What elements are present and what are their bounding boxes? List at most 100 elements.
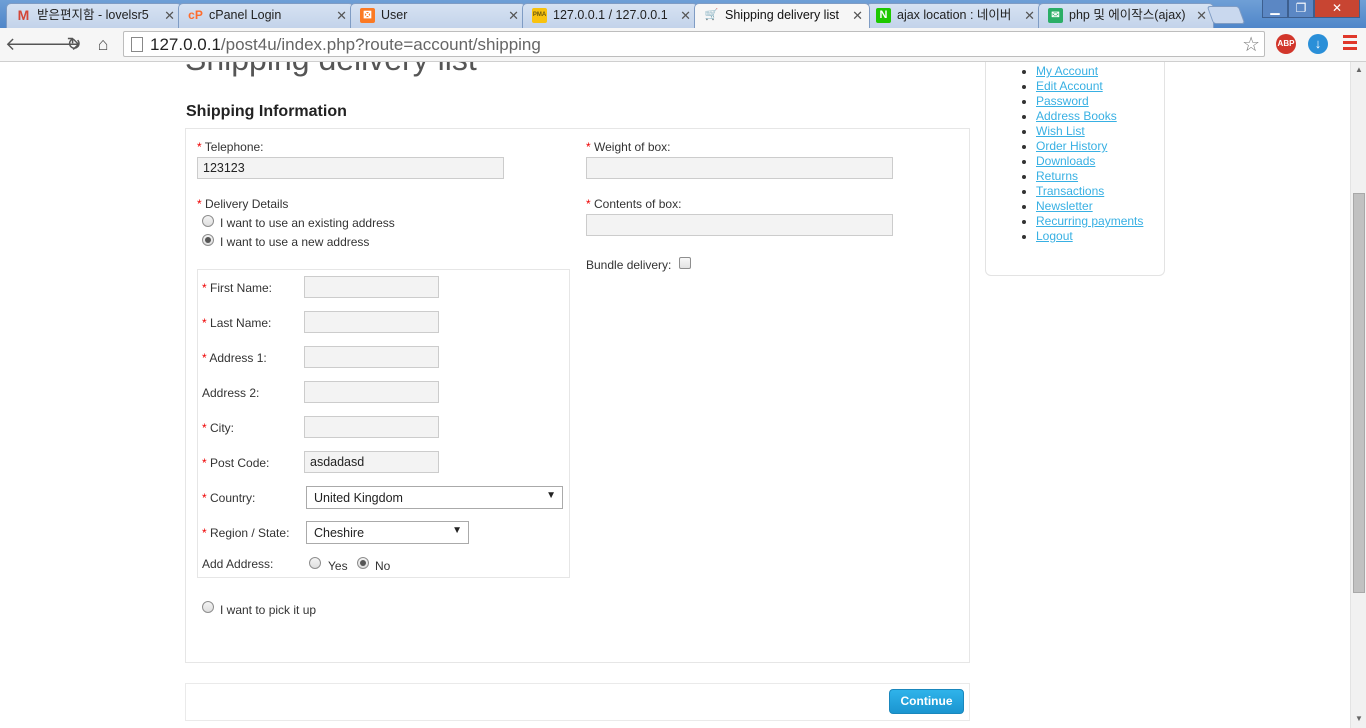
sidebar-link-edit-account[interactable]: Edit Account <box>1036 79 1103 93</box>
pickup-radio[interactable] <box>202 601 214 613</box>
tab-title: ajax location : 네이버 <box>897 8 1012 22</box>
sidebar-link-logout[interactable]: Logout <box>1036 229 1073 243</box>
last-name-input[interactable] <box>304 311 439 333</box>
window-close-button[interactable]: ✕ <box>1314 0 1360 18</box>
sidebar-link-downloads[interactable]: Downloads <box>1036 154 1095 168</box>
tab-cpanel[interactable]: cP cPanel Login ✕ <box>178 3 354 28</box>
browser-toolbar: 🡐 🡒 ↻ ⌂ 127.0.0.1/post4u/index.php?route… <box>0 28 1366 62</box>
list-item: Transactions <box>1036 184 1143 199</box>
add-address-yes-radio[interactable] <box>309 557 321 569</box>
list-item: Recurring payments <box>1036 214 1143 229</box>
tab-title: User <box>381 8 408 22</box>
city-input[interactable] <box>304 416 439 438</box>
tab-strip: M 받은편지함 - lovelsr5 ✕ cP cPanel Login ✕ ⊠… <box>0 0 1366 28</box>
pickup-label[interactable]: I want to pick it up <box>220 603 316 617</box>
download-extension-icon[interactable]: ↓ <box>1308 34 1328 54</box>
xampp-icon: ⊠ <box>360 8 375 23</box>
tab-blog[interactable]: ✉ php 및 에이작스(ajax) ✕ <box>1038 3 1214 28</box>
close-icon[interactable]: ✕ <box>680 4 691 27</box>
tab-shipping[interactable]: 🛒 Shipping delivery list ✕ <box>694 3 870 28</box>
url-text[interactable]: 127.0.0.1/post4u/index.php?route=account… <box>150 35 541 55</box>
bundle-delivery-label: Bundle delivery: <box>586 258 672 272</box>
phpmyadmin-icon: PMA <box>532 8 547 23</box>
sidebar-link-wish-list[interactable]: Wish List <box>1036 124 1085 138</box>
add-address-no-radio[interactable] <box>357 557 369 569</box>
sidebar-link-transactions[interactable]: Transactions <box>1036 184 1104 198</box>
telephone-input[interactable] <box>197 157 504 179</box>
new-address-label[interactable]: I want to use a new address <box>220 235 369 249</box>
close-icon[interactable]: ✕ <box>164 4 175 27</box>
bundle-delivery-checkbox[interactable] <box>679 257 691 269</box>
delivery-details-label: * Delivery Details <box>197 197 289 211</box>
minimize-button[interactable]: ▁ <box>1262 0 1288 18</box>
list-item: Downloads <box>1036 154 1143 169</box>
new-tab-button[interactable] <box>1206 6 1246 24</box>
address1-input[interactable] <box>304 346 439 368</box>
list-item: My Account <box>1036 64 1143 79</box>
weight-input[interactable] <box>586 157 893 179</box>
region-selected-value: Cheshire <box>314 526 365 540</box>
new-address-radio[interactable] <box>202 234 214 246</box>
gmail-icon: M <box>17 7 30 23</box>
existing-address-label[interactable]: I want to use an existing address <box>220 216 395 230</box>
tab-title: Shipping delivery list <box>725 8 839 22</box>
close-icon[interactable]: ✕ <box>1196 4 1207 27</box>
scroll-down-icon[interactable]: ▼ <box>1355 714 1363 723</box>
close-icon[interactable]: ✕ <box>852 4 863 27</box>
adblock-plus-icon[interactable]: ABP <box>1276 34 1296 54</box>
list-item: Logout <box>1036 229 1143 244</box>
sidebar-link-password[interactable]: Password <box>1036 94 1089 108</box>
postcode-input[interactable] <box>304 451 439 473</box>
contents-input[interactable] <box>586 214 893 236</box>
add-address-label: Add Address: <box>202 557 274 571</box>
postcode-label: * Post Code: <box>202 456 270 470</box>
add-address-no-label[interactable]: No <box>375 559 390 573</box>
page-title: Shipping delivery list <box>185 62 477 78</box>
vertical-scrollbar[interactable]: ▲ ▼ <box>1350 62 1366 728</box>
account-sidebar: My Account Edit Account Password Address… <box>985 62 1165 276</box>
account-links-list: My Account Edit Account Password Address… <box>1036 64 1143 244</box>
home-icon[interactable]: ⌂ <box>91 32 115 56</box>
button-bar: Continue <box>185 683 970 721</box>
sidebar-link-returns[interactable]: Returns <box>1036 169 1078 183</box>
maximize-button[interactable]: ❐ <box>1288 0 1314 18</box>
weight-label: * Weight of box: <box>586 140 671 154</box>
naver-icon: N <box>876 8 891 23</box>
reload-icon[interactable]: ↻ <box>62 32 86 56</box>
close-icon[interactable]: ✕ <box>508 4 519 27</box>
close-icon[interactable]: ✕ <box>336 4 347 27</box>
sidebar-link-newsletter[interactable]: Newsletter <box>1036 199 1093 213</box>
tab-title: 받은편지함 - lovelsr5 <box>37 8 149 22</box>
tab-user[interactable]: ⊠ User ✕ <box>350 3 526 28</box>
scroll-up-icon[interactable]: ▲ <box>1355 65 1363 74</box>
list-item: Address Books <box>1036 109 1143 124</box>
bookmark-star-icon[interactable]: ☆ <box>1242 32 1260 57</box>
sidebar-link-my-account[interactable]: My Account <box>1036 64 1098 78</box>
tab-title: 127.0.0.1 / 127.0.0.1 <box>553 8 668 22</box>
country-select[interactable]: United Kingdom ▼ <box>306 486 563 509</box>
address-bar[interactable]: 127.0.0.1/post4u/index.php?route=account… <box>123 31 1265 57</box>
tab-title: cPanel Login <box>209 8 282 22</box>
sidebar-link-order-history[interactable]: Order History <box>1036 139 1107 153</box>
close-icon[interactable]: ✕ <box>1024 4 1035 27</box>
menu-icon[interactable] <box>1343 35 1357 53</box>
region-select[interactable]: Cheshire ▼ <box>306 521 469 544</box>
tab-phpmyadmin[interactable]: PMA 127.0.0.1 / 127.0.0.1 ✕ <box>522 3 698 28</box>
scrollbar-thumb[interactable] <box>1353 193 1365 593</box>
continue-button[interactable]: Continue <box>889 689 964 714</box>
first-name-input[interactable] <box>304 276 439 298</box>
tab-gmail[interactable]: M 받은편지함 - lovelsr5 ✕ <box>6 3 182 28</box>
city-label: * City: <box>202 421 235 435</box>
back-icon[interactable]: 🡐 <box>5 32 53 56</box>
sidebar-link-address-books[interactable]: Address Books <box>1036 109 1117 123</box>
list-item: Wish List <box>1036 124 1143 139</box>
section-title: Shipping Information <box>186 103 347 120</box>
existing-address-radio[interactable] <box>202 215 214 227</box>
new-address-form: * First Name: * Last Name: * Address 1: … <box>197 269 570 578</box>
tab-naver[interactable]: N ajax location : 네이버 ✕ <box>866 3 1042 28</box>
add-address-yes-label[interactable]: Yes <box>328 559 348 573</box>
forward-icon[interactable]: 🡒 <box>33 32 81 56</box>
address2-input[interactable] <box>304 381 439 403</box>
page-viewport: Shipping delivery list Shipping Informat… <box>0 62 1350 728</box>
sidebar-link-recurring-payments[interactable]: Recurring payments <box>1036 214 1143 228</box>
